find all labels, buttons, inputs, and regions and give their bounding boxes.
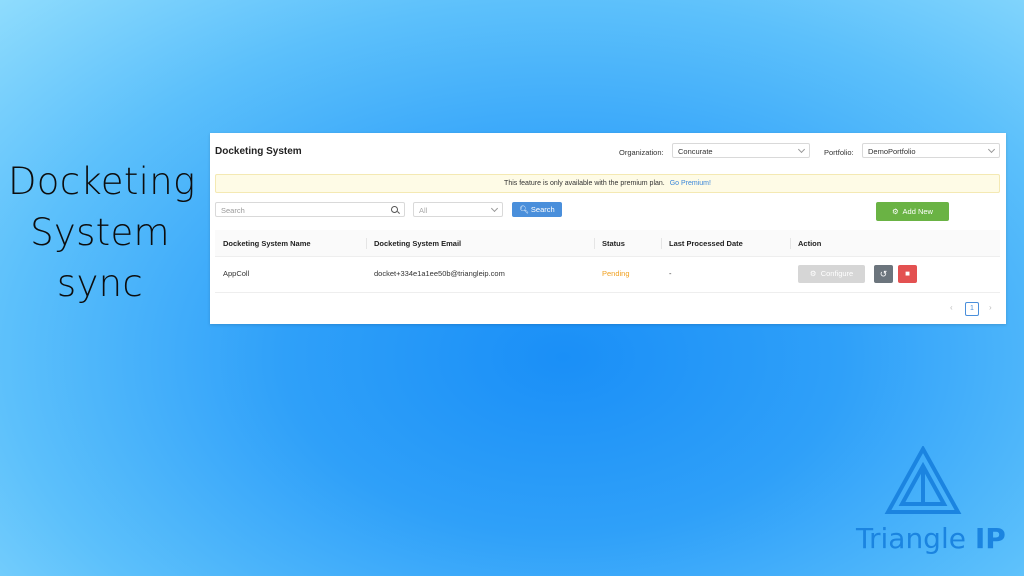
chevron-down-icon xyxy=(798,146,805,153)
page-1-button[interactable]: 1 xyxy=(965,302,979,316)
configure-button-label: Configure xyxy=(821,269,854,278)
search-button[interactable]: 🔍︎ Search xyxy=(512,202,562,217)
column-header-last-processed: Last Processed Date xyxy=(669,239,743,248)
status-filter-select[interactable]: All xyxy=(413,202,503,217)
table-header: Docketing System Name Docketing System E… xyxy=(215,230,1000,257)
slide-title: Docketing System sync xyxy=(8,156,192,309)
page-title: Docketing System xyxy=(215,146,302,157)
gear-icon: ⚙ xyxy=(810,269,817,278)
logo-text-light: Triangle xyxy=(856,522,975,555)
system-name-cell: AppColl xyxy=(223,269,249,278)
column-header-action: Action xyxy=(798,239,821,248)
chevron-down-icon xyxy=(988,146,995,153)
gear-icon: ⚙ xyxy=(892,207,899,216)
slide-title-line-3: sync xyxy=(8,258,192,309)
triangle-ip-logo: Triangle IP xyxy=(856,446,990,556)
configure-button[interactable]: ⚙ Configure xyxy=(798,265,865,283)
search-icon: 🔍︎ xyxy=(519,205,529,214)
add-new-button-label: Add New xyxy=(903,207,933,216)
column-header-email: Docketing System Email xyxy=(374,239,461,248)
slide-title-line-1: Docketing xyxy=(8,156,192,207)
logo-text-bold: IP xyxy=(975,522,1006,555)
delete-button[interactable]: ■ xyxy=(898,265,917,283)
premium-banner: This feature is only available with the … xyxy=(215,174,1000,193)
last-processed-cell: - xyxy=(669,269,672,278)
portfolio-label: Portfolio: xyxy=(824,148,854,157)
slide-title-line-2: System xyxy=(8,207,192,258)
history-button[interactable]: ↺ xyxy=(874,265,893,283)
system-email-cell: docket+334e1a1ee50b@triangleip.com xyxy=(374,269,505,278)
docketing-panel: Docketing System Organization: Concurate… xyxy=(210,133,1006,324)
column-divider xyxy=(366,238,367,249)
chevron-down-icon xyxy=(491,205,498,212)
column-divider xyxy=(661,238,662,249)
table-row: AppColl docket+334e1a1ee50b@triangleip.c… xyxy=(215,256,1000,293)
portfolio-value: DemoPortfolio xyxy=(868,147,916,156)
status-filter-value: All xyxy=(419,206,427,215)
search-placeholder: Search xyxy=(221,206,245,215)
search-icon xyxy=(391,206,398,213)
column-header-name: Docketing System Name xyxy=(223,239,311,248)
prev-page-button[interactable]: ‹ xyxy=(950,303,953,312)
trash-icon: ■ xyxy=(905,269,910,278)
go-premium-link[interactable]: Go Premium! xyxy=(670,180,711,187)
column-divider xyxy=(790,238,791,249)
column-divider xyxy=(594,238,595,249)
search-button-label: Search xyxy=(531,205,555,214)
organization-select[interactable]: Concurate xyxy=(672,143,810,158)
status-badge: Pending xyxy=(602,269,630,278)
next-page-button[interactable]: › xyxy=(989,303,992,312)
column-header-status: Status xyxy=(602,239,625,248)
logo-text: Triangle IP xyxy=(856,522,1006,555)
history-icon: ↺ xyxy=(880,269,888,279)
portfolio-select[interactable]: DemoPortfolio xyxy=(862,143,1000,158)
triangle-logo-icon xyxy=(884,446,962,518)
organization-label: Organization: xyxy=(619,148,664,157)
premium-banner-text: This feature is only available with the … xyxy=(504,180,665,187)
organization-value: Concurate xyxy=(678,147,713,156)
search-input[interactable]: Search xyxy=(215,202,405,217)
add-new-button[interactable]: ⚙ Add New xyxy=(876,202,949,221)
